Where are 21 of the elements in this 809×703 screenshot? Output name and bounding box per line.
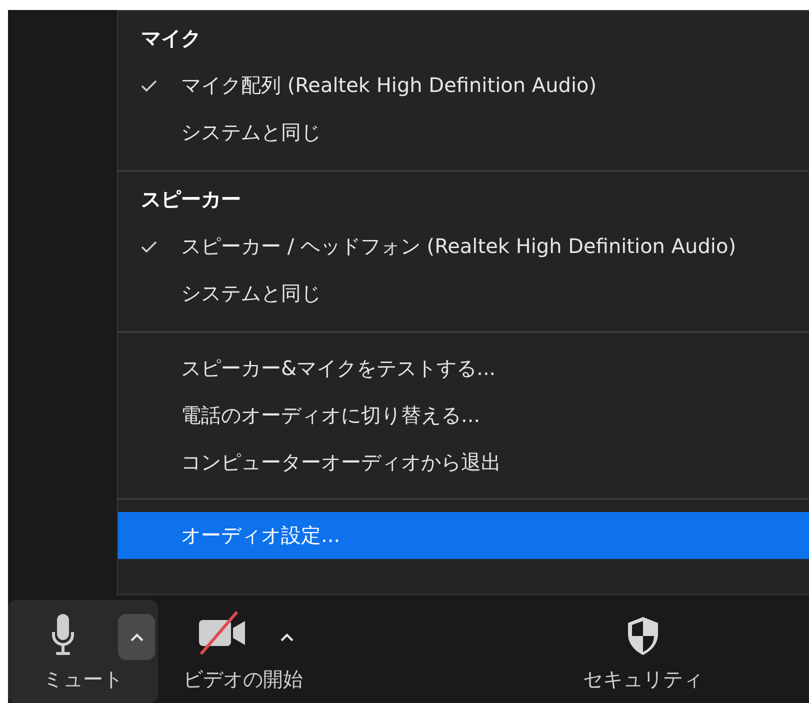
- mic-button[interactable]: ミュート: [8, 600, 158, 703]
- menu-item[interactable]: オーディオ設定...: [118, 512, 809, 559]
- menu-item[interactable]: スピーカー&マイクをテストする...: [118, 345, 809, 392]
- microphone-icon: [49, 614, 77, 656]
- menu-item[interactable]: システムと同じ: [118, 109, 809, 156]
- shield-icon: [626, 616, 660, 656]
- menu-item[interactable]: 電話のオーディオに切り替える...: [118, 392, 809, 439]
- menu-item[interactable]: システムと同じ: [118, 270, 809, 317]
- caret-icon: [280, 632, 294, 642]
- video-button[interactable]: ビデオの開始: [158, 600, 328, 703]
- toolbar-label: セキュリティ: [583, 666, 703, 693]
- menu-item[interactable]: マイク配列 (Realtek High Definition Audio): [118, 62, 809, 109]
- caret-icon: [130, 632, 144, 642]
- menu-item[interactable]: スピーカー / ヘッドフォン (Realtek High Definition Audio): [118, 223, 809, 270]
- section-heading: スピーカー: [140, 186, 242, 213]
- section-heading: マイク: [140, 25, 202, 52]
- security-button[interactable]: セキュリティ: [568, 600, 718, 703]
- options-caret[interactable]: [118, 614, 155, 660]
- menu-item[interactable]: コンピューターオーディオから退出: [118, 439, 809, 486]
- toolbar-label: ミュート: [43, 666, 123, 693]
- toolbar-label: ビデオの開始: [183, 666, 303, 693]
